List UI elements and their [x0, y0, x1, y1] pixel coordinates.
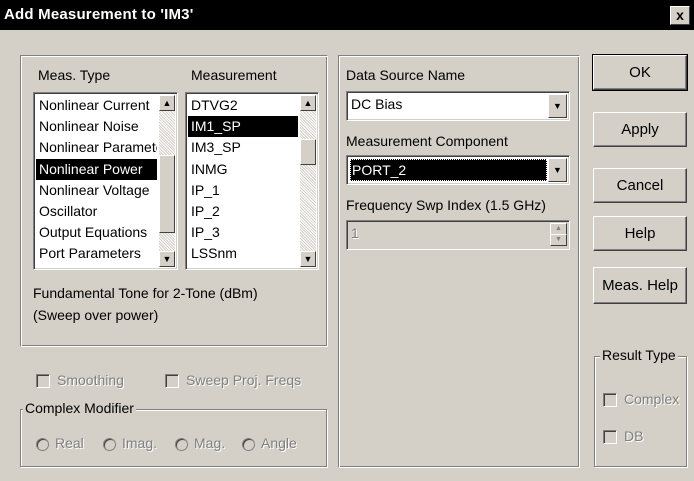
list-item[interactable]: Nonlinear Noise [36, 116, 157, 137]
angle-radio[interactable] [242, 438, 255, 451]
dropdown-arrow-icon[interactable]: ▼ [548, 94, 567, 118]
result-type-group [594, 356, 687, 467]
complex-modifier-title: Complex Modifier [23, 400, 136, 416]
meas-type-items: Nonlinear Current Nonlinear Noise Nonlin… [36, 95, 157, 265]
list-item[interactable]: IM3_SP [188, 137, 298, 158]
data-source-dropdown[interactable]: DC Bias ▼ [346, 91, 570, 121]
measurement-scrollbar[interactable]: ▲ ▼ [300, 95, 316, 267]
scroll-up-arrow-icon[interactable]: ▲ [159, 95, 175, 111]
smoothing-label: Smoothing [57, 372, 124, 388]
smoothing-checkbox[interactable] [36, 374, 50, 388]
list-item[interactable]: Oscillator [36, 201, 157, 222]
scroll-down-arrow-icon[interactable]: ▼ [300, 251, 316, 267]
measurement-component-label: Measurement Component [346, 133, 508, 149]
list-item[interactable]: Nonlinear Current [36, 95, 157, 116]
meas-type-scrollbar[interactable]: ▲ ▼ [159, 95, 175, 267]
list-item[interactable]: IP_2 [188, 201, 298, 222]
list-item[interactable]: DTVG2 [188, 95, 298, 116]
imag-label: Imag. [122, 435, 158, 451]
data-source-label: Data Source Name [346, 67, 466, 83]
scroll-up-arrow-icon[interactable]: ▲ [300, 95, 316, 111]
list-item[interactable]: IP_1 [188, 180, 298, 201]
cancel-button[interactable]: Cancel [593, 168, 687, 203]
measurement-items: DTVG2 IM1_SP IM3_SP INMG IP_1 IP_2 IP_3 … [188, 95, 298, 265]
result-type-title: Result Type [600, 347, 678, 363]
mag-radio[interactable] [175, 438, 188, 451]
data-source-panel: Data Source Name DC Bias ▼ Measurement C… [338, 55, 580, 468]
dropdown-arrow-icon[interactable]: ▼ [548, 158, 567, 182]
list-item-selected[interactable]: Nonlinear Power [36, 158, 157, 180]
imag-radio[interactable] [103, 438, 116, 451]
window-title: Add Measurement to 'IM3' [4, 6, 194, 23]
measurement-selection-panel: Meas. Type Measurement Nonlinear Current… [20, 55, 328, 347]
measurement-component-dropdown[interactable]: PORT_2 ▼ [346, 155, 570, 185]
meas-type-header: Meas. Type [38, 67, 111, 83]
ok-button[interactable]: OK [592, 54, 688, 91]
measurement-list[interactable]: DTVG2 IM1_SP IM3_SP INMG IP_1 IP_2 IP_3 … [185, 92, 319, 270]
frequency-index-value: 1 [351, 225, 359, 241]
list-item[interactable]: Nonlinear Voltage [36, 180, 157, 201]
list-item[interactable]: Nonlinear Paramete [36, 137, 157, 158]
list-item[interactable]: Port Parameters [36, 243, 157, 264]
list-item[interactable]: LSSnm [188, 243, 298, 264]
apply-button[interactable]: Apply [593, 112, 687, 147]
real-label: Real [55, 435, 84, 451]
title-bar: Add Measurement to 'IM3' x [0, 0, 694, 30]
scroll-thumb[interactable] [300, 139, 316, 165]
scroll-thumb[interactable] [159, 155, 175, 233]
list-item-selected[interactable]: IM1_SP [188, 116, 298, 138]
help-button[interactable]: Help [593, 216, 687, 251]
measurement-header: Measurement [191, 67, 277, 83]
data-source-value: DC Bias [351, 96, 403, 112]
real-radio[interactable] [36, 438, 49, 451]
list-item[interactable]: INMG [188, 159, 298, 180]
spin-down-icon[interactable]: ▼ [550, 234, 567, 246]
scroll-down-arrow-icon[interactable]: ▼ [159, 251, 175, 267]
close-icon: x [676, 7, 684, 23]
frequency-index-label: Frequency Swp Index (1.5 GHz) [346, 197, 546, 213]
complex-checkbox[interactable] [603, 393, 617, 407]
angle-label: Angle [261, 435, 297, 451]
description-line-2: (Sweep over power) [33, 307, 159, 323]
close-button[interactable]: x [670, 6, 690, 25]
sweep-proj-freqs-label: Sweep Proj. Freqs [186, 372, 302, 388]
db-label: DB [624, 428, 644, 444]
meas-help-button[interactable]: Meas. Help [593, 267, 687, 304]
frequency-index-spinner[interactable]: 1 ▲ ▼ [346, 220, 570, 250]
complex-label: Complex [624, 391, 680, 407]
db-checkbox[interactable] [603, 430, 617, 444]
mag-label: Mag. [194, 435, 226, 451]
measurement-component-value: PORT_2 [350, 159, 547, 181]
description-line-1: Fundamental Tone for 2-Tone (dBm) [33, 285, 258, 301]
sweep-proj-freqs-checkbox[interactable] [165, 374, 179, 388]
list-item[interactable]: Output Equations [36, 222, 157, 243]
list-item[interactable]: IP_3 [188, 222, 298, 243]
meas-type-list[interactable]: Nonlinear Current Nonlinear Noise Nonlin… [33, 92, 178, 270]
